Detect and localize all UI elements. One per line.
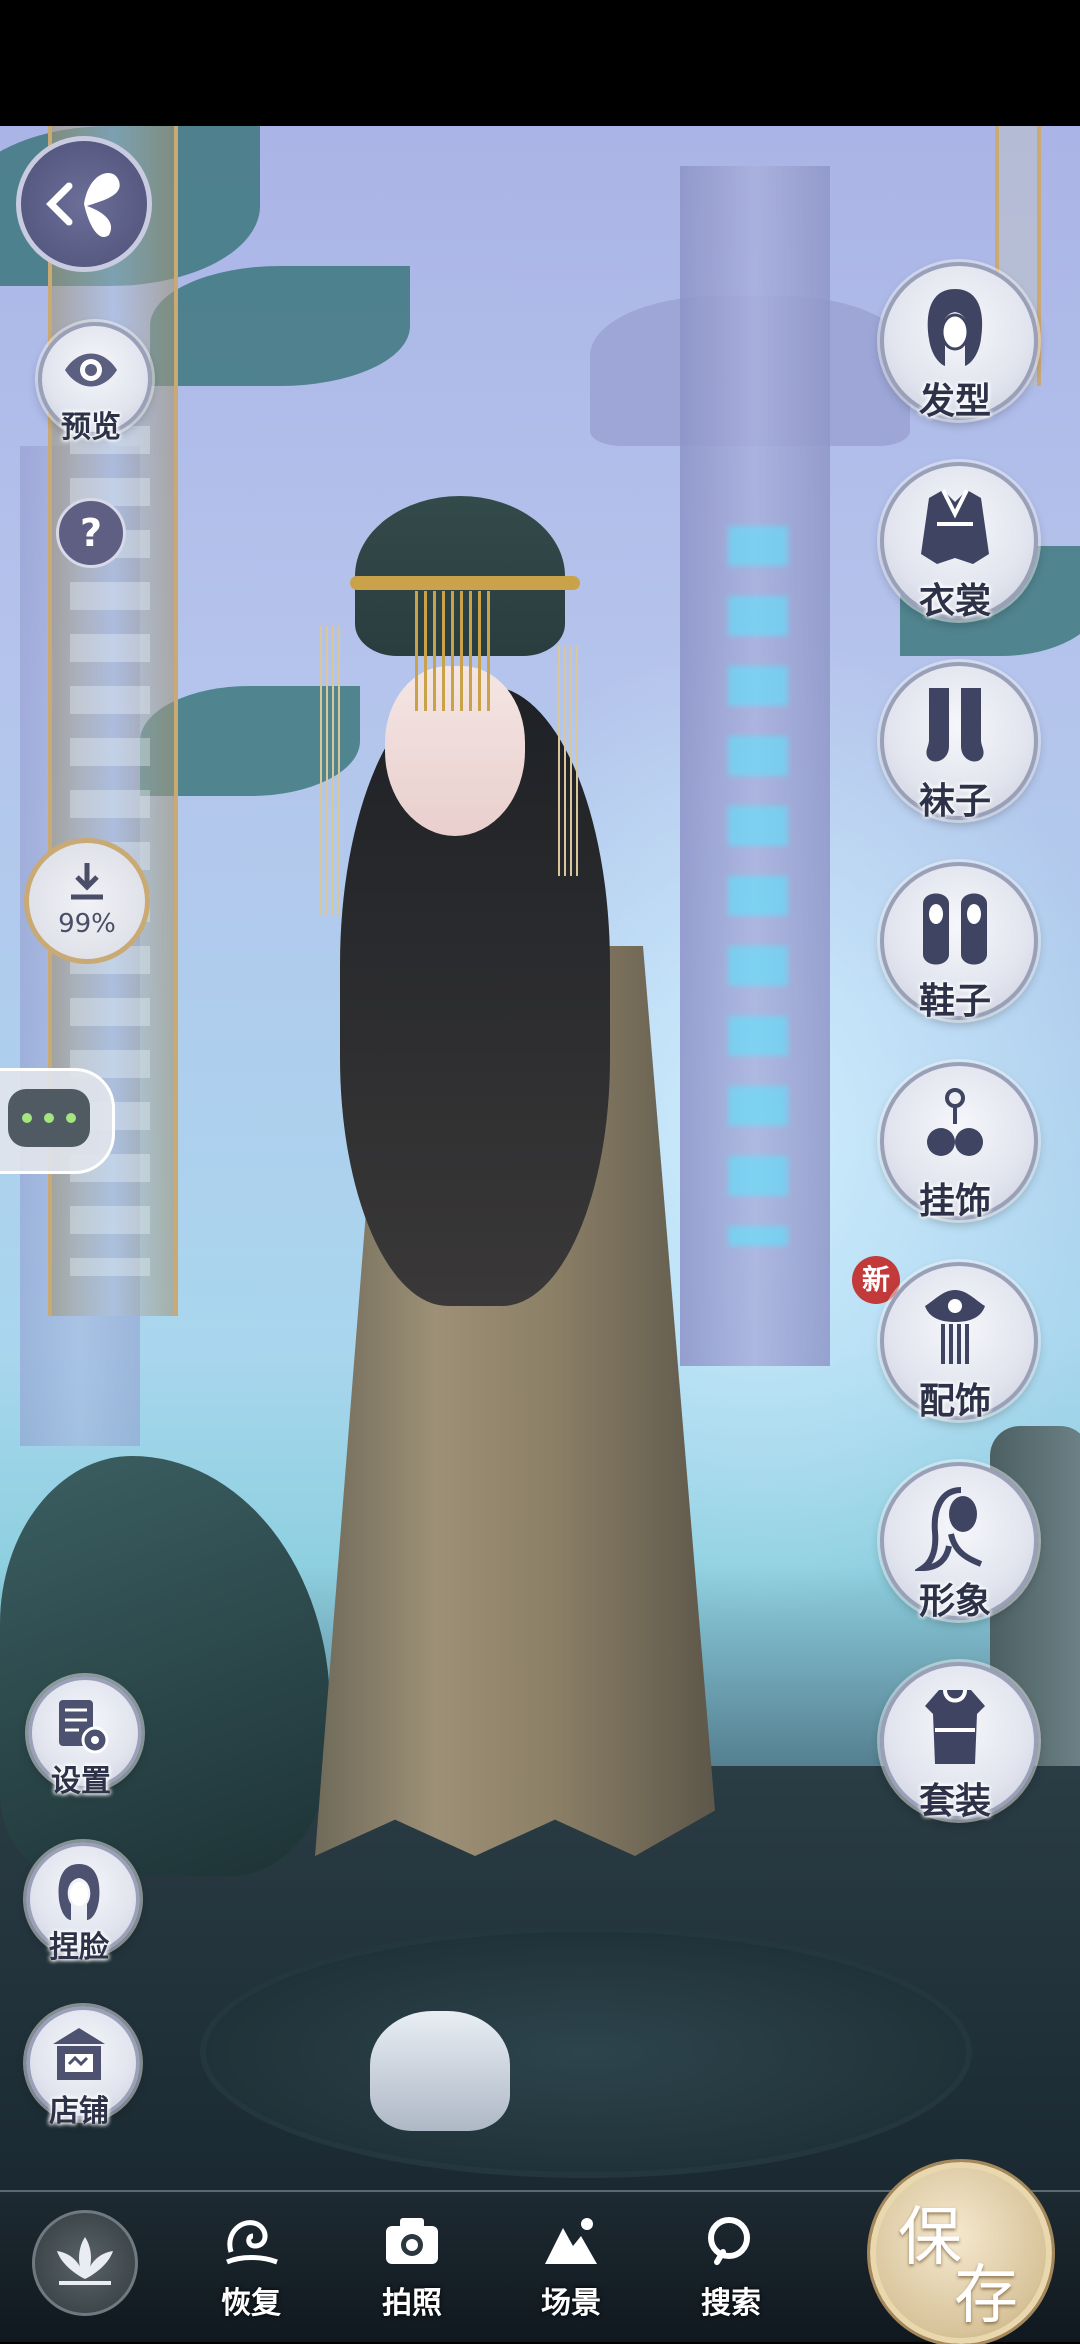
headdress-tassel-right: [558, 646, 582, 876]
bamboo-leaves: [150, 266, 410, 386]
accessory-label: 配饰: [918, 1380, 991, 1422]
search-button[interactable]: 搜索: [676, 2212, 786, 2322]
clothing-icon: [921, 489, 989, 564]
headdress-fringe: [415, 591, 495, 711]
headdress-gold-pin: [350, 576, 580, 590]
camera-icon: [386, 2218, 438, 2264]
hairstyle-icon: [927, 289, 983, 366]
photo-label: 拍照: [382, 2286, 442, 2321]
accessory-button[interactable]: 配饰: [880, 1262, 1038, 1422]
download-progress-button[interactable]: 99%: [24, 838, 150, 964]
scene-button[interactable]: 场景: [516, 2212, 626, 2322]
gear-icon: [59, 1700, 109, 1754]
accessory-icon: [925, 1290, 985, 1364]
restore-icon: [226, 2220, 278, 2265]
outfit-label: 套装: [918, 1780, 991, 1822]
save-label-char-1: 保: [898, 2201, 962, 2275]
preview-button[interactable]: 预览: [38, 322, 152, 452]
pendant-icon: [927, 1088, 983, 1156]
shoes-icon: [923, 893, 987, 965]
socks-icon: [926, 688, 984, 762]
shop-label: 店铺: [49, 2094, 109, 2129]
butterfly-back-icon: [46, 172, 120, 238]
glowing-runes: [728, 526, 788, 1246]
appearance-label: 形象: [918, 1580, 991, 1622]
appearance-icon: [915, 1487, 983, 1572]
restore-label: 恢复: [221, 2286, 281, 2321]
help-button[interactable]: ?: [56, 498, 126, 568]
face-edit-button[interactable]: 捏脸: [26, 1842, 140, 1972]
download-percent: 99%: [58, 909, 116, 939]
headdress-tassel-left: [320, 626, 344, 916]
hairstyle-button[interactable]: 发型: [880, 262, 1038, 422]
clothing-button[interactable]: 衣裳: [880, 462, 1038, 622]
appearance-button[interactable]: 形象: [880, 1462, 1038, 1622]
search-label: 搜索: [701, 2286, 761, 2321]
lotus-icon: [57, 2237, 113, 2285]
pendant-label: 挂饰: [918, 1180, 991, 1222]
preview-label: 预览: [61, 410, 121, 445]
restore-button[interactable]: 恢复: [196, 2212, 306, 2322]
settings-button[interactable]: 设置: [28, 1676, 142, 1806]
save-button[interactable]: 保 存: [870, 2162, 1052, 2344]
scene-label: 场景: [541, 2286, 601, 2321]
shoes-button[interactable]: 鞋子: [880, 862, 1038, 1022]
socks-label: 袜子: [918, 780, 991, 822]
outfit-button[interactable]: 套装: [880, 1662, 1038, 1822]
photo-button[interactable]: 拍照: [357, 2212, 467, 2322]
search-icon: [708, 2217, 750, 2265]
shop-icon: [53, 2028, 105, 2080]
face-edit-label: 捏脸: [49, 1930, 109, 1965]
stone-platform: [200, 1926, 972, 2178]
chat-button[interactable]: [0, 1068, 115, 1174]
game-scene: [0, 126, 1080, 2340]
chat-bubble-icon: [8, 1089, 90, 1147]
face-icon: [58, 1864, 100, 1920]
shop-button[interactable]: 店铺: [26, 2006, 140, 2136]
download-icon: [71, 863, 103, 900]
save-label-char-2: 存: [954, 2259, 1018, 2333]
status-bar: [0, 0, 1080, 126]
back-button[interactable]: [16, 136, 152, 272]
lotus-menu-button[interactable]: [32, 2210, 138, 2316]
pendant-button[interactable]: 挂饰: [880, 1062, 1038, 1222]
hairstyle-label: 发型: [918, 380, 991, 422]
mountain-icon: [545, 2218, 597, 2264]
socks-button[interactable]: 袜子: [880, 662, 1038, 822]
outfit-icon: [925, 1689, 985, 1764]
character-shoes: [370, 2011, 510, 2131]
rock: [0, 1456, 330, 1876]
settings-label: 设置: [51, 1764, 111, 1799]
eye-icon: [65, 353, 117, 387]
shoes-label: 鞋子: [918, 980, 991, 1022]
clothing-label: 衣裳: [918, 580, 991, 622]
